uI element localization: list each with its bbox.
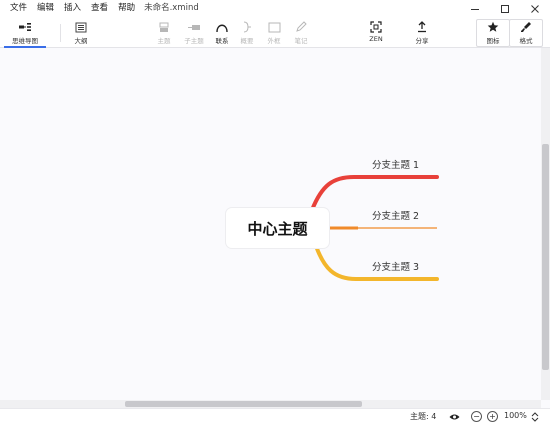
branch-topic-2[interactable]: 分支主题 2 (372, 208, 419, 222)
topic-count: 主题: 4 (410, 412, 437, 421)
vertical-scroll-thumb[interactable] (542, 144, 549, 370)
horizontal-scroll-thumb[interactable] (125, 401, 362, 407)
central-topic[interactable]: 中心主题 (226, 208, 329, 248)
branch-line-1 (310, 175, 439, 212)
eye-icon[interactable] (449, 411, 460, 422)
zoom-out-icon[interactable]: − (471, 411, 482, 422)
horizontal-scrollbar[interactable] (0, 400, 541, 408)
status-bar: 主题: 4 − + 100% (0, 408, 550, 424)
zoom-in-icon[interactable]: + (487, 411, 498, 422)
chevron-updown-icon[interactable] (529, 411, 540, 422)
branch-topic-3[interactable]: 分支主题 3 (372, 259, 419, 273)
zoom-level: 100% (504, 411, 527, 420)
vertical-scrollbar[interactable] (541, 48, 550, 400)
branch-topic-1[interactable]: 分支主题 1 (372, 157, 419, 171)
